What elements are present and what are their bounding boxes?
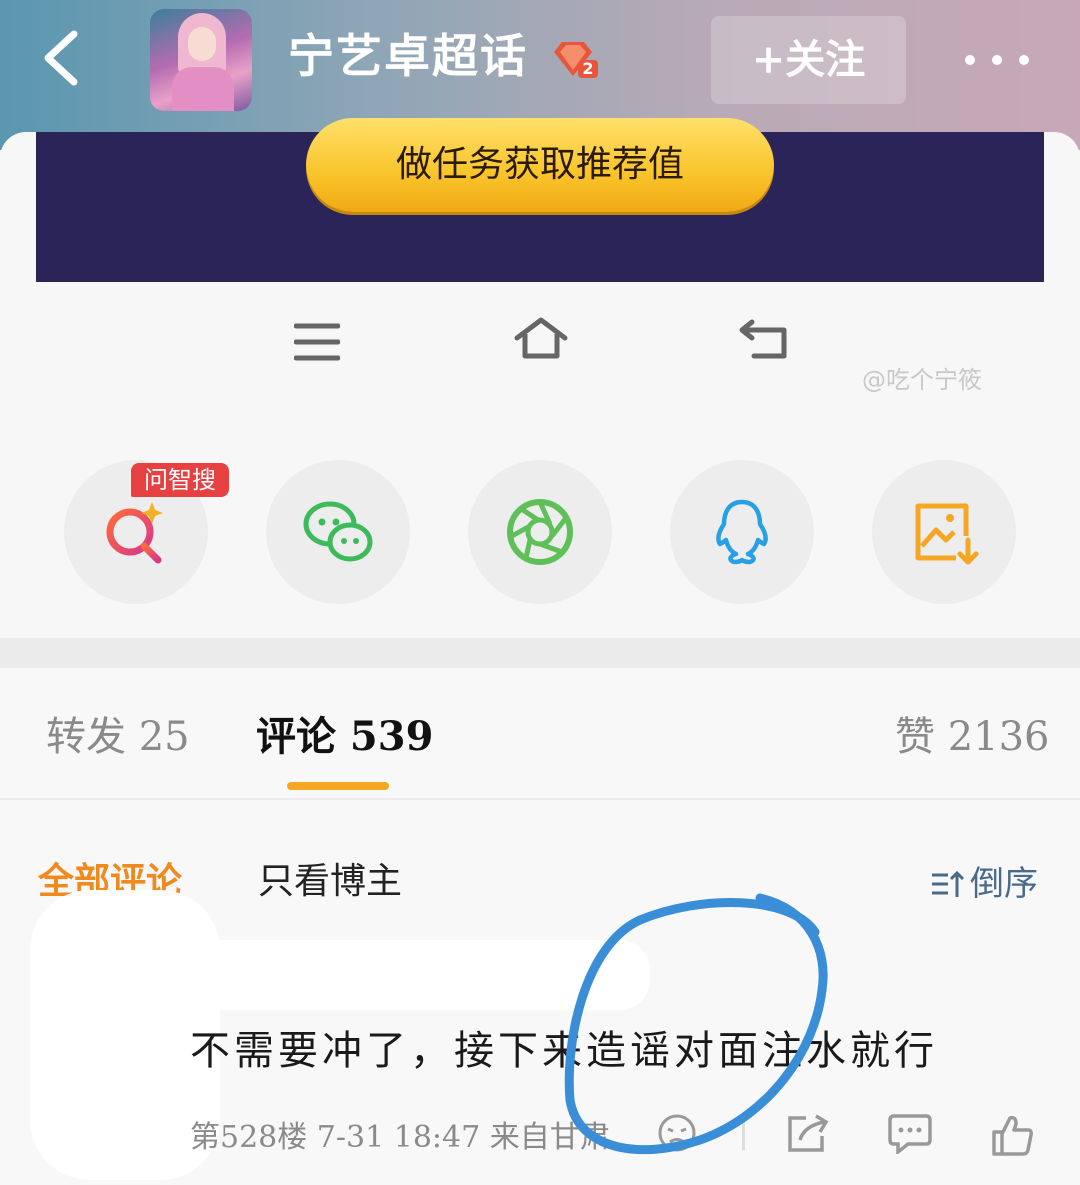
tab-comments[interactable]: 评论 539	[256, 704, 433, 762]
share-comment-icon[interactable]	[786, 1112, 830, 1154]
level-number: 2	[582, 59, 593, 78]
follow-button[interactable]: +关注	[711, 16, 906, 104]
back-return-icon[interactable]	[738, 318, 788, 360]
tab-likes[interactable]: 赞 2136	[895, 704, 1050, 762]
weibo-watermark: @吃个宁筱	[862, 366, 982, 394]
browser-nav-bar	[36, 282, 1044, 422]
save-image-icon	[915, 503, 979, 565]
sort-icon	[932, 870, 964, 897]
action-divider	[742, 1118, 745, 1150]
active-tab-indicator	[287, 782, 389, 790]
section-divider	[0, 638, 1080, 668]
back-arrow-icon[interactable]	[38, 28, 88, 88]
share-qq[interactable]	[670, 460, 814, 604]
tab-forward[interactable]: 转发 25	[46, 704, 190, 762]
filter-op-only[interactable]: 只看博主	[258, 852, 402, 904]
comment-body: 不需要冲了，接下来造谣对面注水就行	[190, 1028, 938, 1074]
ai-search-tag: 问智搜	[131, 463, 229, 497]
ai-search-icon	[106, 502, 163, 564]
comment-meta: 第528楼 7-31 18:47 来自甘肃	[190, 1120, 610, 1155]
task-button[interactable]: 做任务获取推荐值	[306, 118, 774, 212]
share-save-image[interactable]	[872, 460, 1016, 604]
share-moments[interactable]	[468, 460, 612, 604]
menu-icon[interactable]	[294, 322, 340, 362]
home-icon[interactable]	[513, 316, 569, 360]
wechat-icon	[303, 501, 373, 562]
gem-level-badge-icon: 2	[554, 42, 598, 78]
moments-shutter-icon	[507, 499, 573, 565]
redacted-username	[170, 940, 650, 1010]
more-icon[interactable]	[962, 40, 1032, 80]
sort-toggle[interactable]: 倒序	[930, 856, 1038, 905]
like-comment-icon[interactable]	[990, 1112, 1034, 1156]
interaction-tabs: 转发 25 评论 539 赞 2136	[0, 668, 1080, 800]
qq-penguin-icon	[716, 499, 768, 565]
emoji-reaction-icon[interactable]	[656, 1112, 698, 1154]
reply-comment-icon[interactable]	[888, 1112, 932, 1154]
sort-label: 倒序	[970, 864, 1038, 904]
share-wechat[interactable]	[266, 460, 410, 604]
page-title: 宁艺卓超话	[288, 29, 528, 83]
supertopic-avatar[interactable]	[150, 9, 252, 111]
comment-section: 全部评论 只看博主 倒序 不需要冲了，接下来造谣对面注水就行 第528楼 7-3…	[0, 800, 1080, 1185]
